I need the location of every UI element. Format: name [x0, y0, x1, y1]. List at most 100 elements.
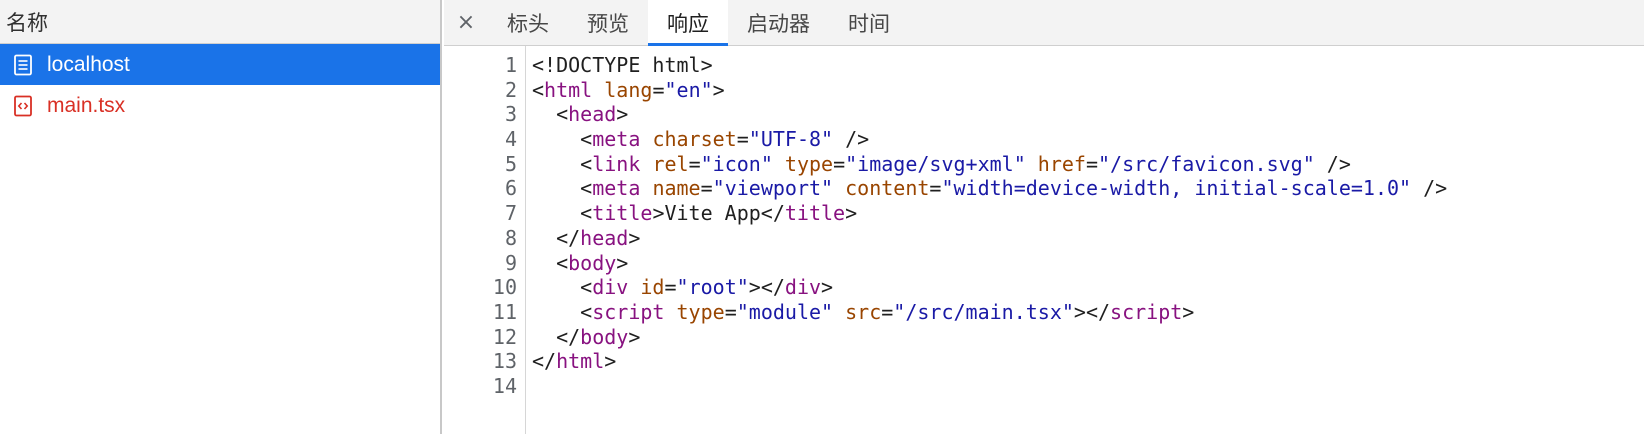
code-line: <link rel="icon" type="image/svg+xml" hr… [532, 152, 1447, 177]
code-token: html [556, 349, 605, 374]
code-token: name [652, 176, 701, 201]
code-token: div [592, 275, 629, 300]
request-details-panel: × 标头 预览 响应 启动器 时间 1 2 3 4 5 6 7 8 9 10 11 12 13 14 <!… [444, 0, 1644, 434]
code-token: id [640, 275, 665, 300]
code-token: "en" [664, 77, 713, 102]
code-token: < [532, 102, 569, 127]
tab-initiator[interactable]: 启动器 [728, 0, 829, 45]
code-token: </ [532, 349, 557, 374]
code-token: = [652, 77, 665, 102]
code-token: /> [1411, 176, 1448, 201]
line-number: 5 [504, 151, 517, 176]
code-token: "/src/main.tsx" [893, 299, 1074, 324]
line-number: 6 [504, 176, 517, 201]
script-icon [14, 95, 32, 116]
code-line: <meta charset="UTF-8" /> [532, 127, 1447, 152]
code-token: = [1085, 151, 1099, 176]
code-token: > [616, 250, 629, 275]
code-token: = [881, 299, 894, 324]
code-token: type [784, 151, 834, 176]
line-number: 14 [492, 373, 517, 398]
code-token: title [592, 201, 653, 226]
code-token: </ [532, 225, 581, 250]
details-tabbar: × 标头 预览 响应 启动器 时间 [444, 0, 1644, 46]
name-column-header[interactable]: 名称 [0, 0, 440, 44]
code-token: content [845, 176, 930, 201]
response-viewer[interactable]: 1 2 3 4 5 6 7 8 9 10 11 12 13 14 <!DOCTYPE html> <html… [444, 46, 1644, 434]
code-line: <head> [532, 102, 1447, 127]
line-number: 2 [504, 77, 517, 102]
request-row-main-tsx[interactable]: main.tsx [0, 85, 440, 126]
code-token: head [568, 102, 617, 127]
code-token: = [688, 151, 701, 176]
code-token: meta [592, 176, 641, 201]
code-token: > [604, 349, 617, 374]
code-line: <meta name="viewport" content="width=dev… [532, 176, 1447, 201]
document-icon [14, 54, 32, 75]
line-number: 8 [504, 225, 517, 250]
code-line: </head> [532, 226, 1447, 251]
code-token: = [833, 151, 846, 176]
line-number: 9 [504, 250, 517, 275]
code-token: < [532, 151, 593, 176]
code-token: lang [604, 77, 653, 102]
line-number: 7 [504, 201, 517, 226]
code-token: link [592, 151, 641, 176]
code-token: "viewport" [712, 176, 834, 201]
line-number: 4 [504, 127, 517, 152]
code-line: </html> [532, 349, 1447, 374]
code-token: ></ [1073, 299, 1111, 324]
code-token: > [628, 324, 641, 349]
code-token: < [532, 299, 593, 324]
line-number: 11 [492, 299, 517, 324]
code-token: title [784, 201, 846, 226]
code-token: body [568, 250, 617, 275]
code-token: <!DOCTYPE html> [532, 53, 713, 77]
close-icon[interactable]: × [444, 0, 488, 45]
line-number: 13 [492, 349, 517, 374]
code-token: < [532, 201, 593, 226]
code-token: > [616, 102, 629, 127]
request-row-localhost[interactable]: localhost [0, 44, 440, 85]
request-name: main.tsx [47, 93, 126, 117]
code-line: <!DOCTYPE html> [532, 53, 1447, 78]
code-token: > [1182, 299, 1195, 324]
code-token: = [664, 275, 677, 300]
code-token: </ [532, 324, 581, 349]
code-token: "width=device-width, initial-scale=1.0" [941, 176, 1412, 201]
line-number: 12 [492, 324, 517, 349]
code-token: script [1110, 299, 1183, 324]
code-token: < [532, 275, 593, 300]
tab-preview[interactable]: 预览 [568, 0, 648, 45]
code-token: "UTF-8" [748, 127, 834, 152]
code-token: div [784, 275, 822, 300]
code-token: script [592, 299, 665, 324]
code-token: charset [652, 127, 737, 152]
tab-timing[interactable]: 时间 [829, 0, 909, 45]
tab-response[interactable]: 响应 [648, 0, 728, 46]
code-token: src [845, 299, 882, 324]
line-number-gutter: 1 2 3 4 5 6 7 8 9 10 11 12 13 14 [444, 46, 526, 434]
request-name: localhost [47, 52, 130, 76]
tab-headers[interactable]: 标头 [488, 0, 568, 45]
code-token: /> [833, 127, 870, 152]
code-line: <div id="root"></div> [532, 275, 1447, 300]
code-token: "root" [676, 275, 749, 300]
code-line: <script type="module" src="/src/main.tsx… [532, 300, 1447, 325]
response-code[interactable]: <!DOCTYPE html> <html lang="en"> <head> <… [526, 46, 1447, 434]
code-line: <body> [532, 251, 1447, 276]
code-token: = [724, 299, 737, 324]
code-token: head [580, 225, 629, 250]
code-token: rel [652, 151, 689, 176]
code-line: </body> [532, 325, 1447, 350]
